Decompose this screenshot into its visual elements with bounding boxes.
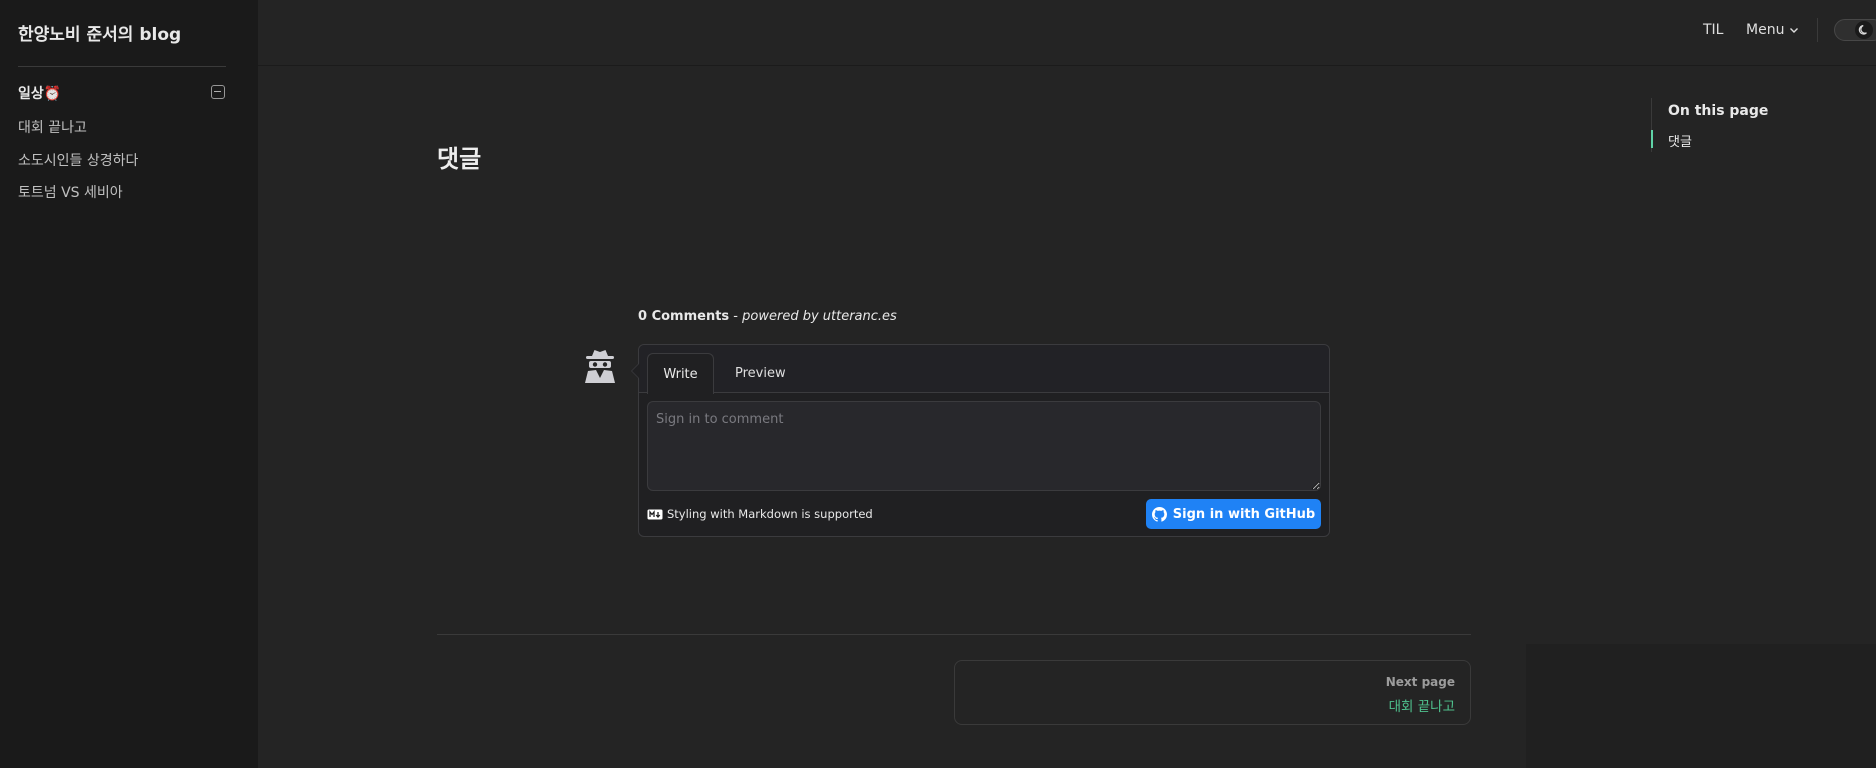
- sidebar-group-title[interactable]: 일상⏰: [18, 83, 61, 103]
- markdown-note: Styling with Markdown is supported: [647, 507, 873, 521]
- sign-in-github-button[interactable]: Sign in with GitHub: [1146, 499, 1321, 529]
- outline-link[interactable]: 댓글: [1668, 131, 1692, 150]
- theme-toggle-knob: [1855, 21, 1873, 39]
- tab-write[interactable]: Write: [647, 353, 714, 394]
- sign-in-github-label: Sign in with GitHub: [1172, 506, 1316, 522]
- next-page-title: 대회 끝나고: [1388, 699, 1455, 715]
- theme-toggle[interactable]: [1834, 19, 1876, 41]
- sidebar-item[interactable]: 대회 끝나고: [18, 117, 87, 137]
- anonymous-avatar-icon: [585, 350, 615, 383]
- page-title: 댓글: [437, 145, 482, 173]
- outline-active-marker: [1651, 130, 1653, 148]
- sidebar-item[interactable]: 소도시인들 상경하다: [18, 150, 138, 170]
- nav-link-til[interactable]: TIL: [1703, 22, 1723, 38]
- site-title[interactable]: 한양노비 준서의 blog: [18, 20, 181, 45]
- collapse-icon[interactable]: [211, 85, 225, 99]
- sidebar: 한양노비 준서의 blog 일상⏰ 대회 끝나고 소도시인들 상경하다 토트넘 …: [0, 0, 258, 768]
- sidebar-divider: [18, 66, 226, 67]
- comment-count: 0 Comments: [638, 309, 730, 324]
- comment-form: Write Preview Styling with Markdown is s…: [631, 344, 1330, 537]
- nav-divider: [1817, 18, 1818, 42]
- nav-menu-label: Menu: [1746, 22, 1785, 38]
- powered-by-link[interactable]: powered by utteranc.es: [742, 309, 897, 324]
- comments-header-separator: -: [729, 309, 743, 324]
- outline-title: On this page: [1668, 103, 1769, 119]
- github-icon: [1151, 506, 1167, 522]
- page-outline: On this page 댓글: [1651, 98, 1831, 152]
- moon-icon: [1858, 25, 1867, 35]
- markdown-note-text: Styling with Markdown is supported: [667, 507, 873, 521]
- top-nav-bar: [258, 0, 1876, 66]
- next-page-label: Next page: [1385, 675, 1455, 689]
- comments-header: 0 Comments - powered by utteranc.es: [638, 309, 897, 324]
- next-page-link[interactable]: Next page 대회 끝나고: [954, 660, 1471, 725]
- tab-preview[interactable]: Preview: [721, 353, 800, 393]
- comment-input[interactable]: [647, 401, 1321, 491]
- chevron-down-icon: [1790, 28, 1799, 33]
- markdown-icon: [647, 509, 663, 519]
- comment-tab-bar: Write Preview: [639, 345, 1329, 394]
- nav-menu-dropdown[interactable]: Menu: [1746, 22, 1800, 38]
- sidebar-item[interactable]: 토트넘 VS 세비아: [18, 182, 123, 202]
- corner-overlay: [1526, 644, 1876, 768]
- content-footer-divider: [437, 634, 1471, 635]
